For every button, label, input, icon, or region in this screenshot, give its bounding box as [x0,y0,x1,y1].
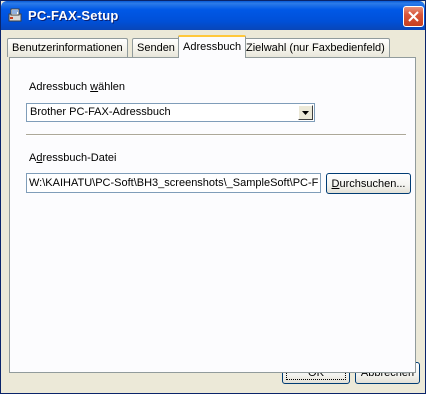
button-label: urchsuchen... [339,178,406,190]
fax-icon [8,8,22,22]
label-mnemonic: w [90,81,99,93]
tab-zielwahl[interactable]: Zielwahl (nur Faxbedienfeld) [241,38,390,57]
tab-senden[interactable]: Senden [132,38,180,57]
adressbuch-select-value: Brother PC-FAX-Adressbuch [30,106,171,118]
adressbuch-datei-field[interactable]: W:\KAIHATU\PC-Soft\BH3_screenshots\_Samp… [26,173,321,193]
adressbuch-waehlen-label: Adressbuch wählen [29,81,125,93]
label-text: ressbuch-Datei [42,152,117,164]
tab-adressbuch[interactable]: Adressbuch [178,35,247,58]
label-text: ählen [98,81,126,93]
pc-fax-setup-window: PC-FAX-Setup Benutzerinformationen Sende… [0,0,426,394]
dropdown-button[interactable] [298,105,313,120]
chevron-down-icon [302,111,309,115]
tab-benutzerinformationen[interactable]: Benutzerinformationen [7,38,128,57]
title-bar[interactable]: PC-FAX-Setup [1,1,425,30]
adressbuch-select[interactable]: Brother PC-FAX-Adressbuch [26,103,315,122]
file-path-value: W:\KAIHATU\PC-Soft\BH3_screenshots\_Samp… [29,177,319,189]
label-text: Adressbuch [29,81,91,93]
close-icon [408,11,419,22]
adressbuch-datei-label: Adressbuch-Datei [29,152,116,164]
window-title: PC-FAX-Setup [28,8,119,23]
section-divider [26,134,406,136]
close-button[interactable] [403,6,424,27]
durchsuchen-button[interactable]: Durchsuchen... [326,173,411,194]
